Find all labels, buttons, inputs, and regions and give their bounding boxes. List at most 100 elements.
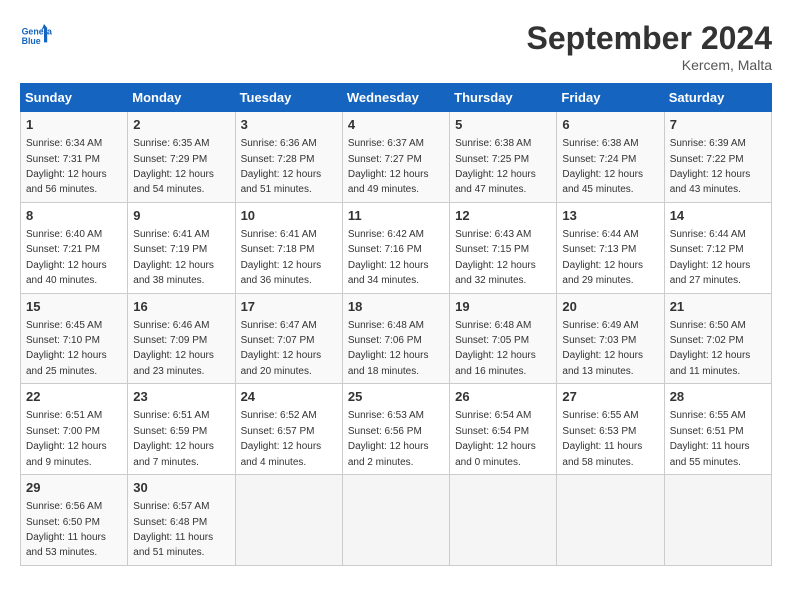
title-block: September 2024 Kercem, Malta — [527, 20, 772, 73]
day-info: Sunrise: 6:56 AM Sunset: 6:50 PM Dayligh… — [26, 501, 106, 558]
day-number: 13 — [562, 207, 658, 225]
day-number: 6 — [562, 116, 658, 134]
dow-header-saturday: Saturday — [664, 84, 771, 112]
dow-header-sunday: Sunday — [21, 84, 128, 112]
calendar-cell — [557, 475, 664, 566]
day-info: Sunrise: 6:52 AM Sunset: 6:57 PM Dayligh… — [241, 410, 322, 467]
day-number: 23 — [133, 388, 229, 406]
calendar-cell: 18 Sunrise: 6:48 AM Sunset: 7:06 PM Dayli… — [342, 293, 449, 384]
day-number: 18 — [348, 298, 444, 316]
day-info: Sunrise: 6:42 AM Sunset: 7:16 PM Dayligh… — [348, 229, 429, 286]
calendar-cell: 11Sunrise: 6:42 AM Sunset: 7:16 PM Dayli… — [342, 202, 449, 293]
calendar-cell: 14 Sunrise: 6:44 AM Sunset: 7:12 PM Dayli… — [664, 202, 771, 293]
day-number: 28 — [670, 388, 766, 406]
dow-header-thursday: Thursday — [450, 84, 557, 112]
dow-header-monday: Monday — [128, 84, 235, 112]
calendar-cell: 26Sunrise: 6:54 AM Sunset: 6:54 PM Dayli… — [450, 384, 557, 475]
calendar-cell: 19 Sunrise: 6:48 AM Sunset: 7:05 PM Dayli… — [450, 293, 557, 384]
calendar-cell — [664, 475, 771, 566]
calendar-cell: 7 Sunrise: 6:39 AM Sunset: 7:22 PM Daylig… — [664, 112, 771, 203]
svg-text:General: General — [22, 26, 52, 36]
page-header: General Blue September 2024 Kercem, Malt… — [20, 20, 772, 73]
svg-text:Blue: Blue — [22, 36, 41, 46]
calendar-cell: 13 Sunrise: 6:44 AM Sunset: 7:13 PM Dayli… — [557, 202, 664, 293]
day-info: Sunrise: 6:43 AM Sunset: 7:15 PM Dayligh… — [455, 229, 536, 286]
calendar-cell — [235, 475, 342, 566]
day-info: Sunrise: 6:45 AM Sunset: 7:10 PM Dayligh… — [26, 320, 107, 377]
day-number: 2 — [133, 116, 229, 134]
calendar-week-4: 22Sunrise: 6:51 AM Sunset: 7:00 PM Dayli… — [21, 384, 772, 475]
day-number: 4 — [348, 116, 444, 134]
day-number: 17 — [241, 298, 337, 316]
logo-icon: General Blue — [20, 20, 52, 52]
day-info: Sunrise: 6:40 AM Sunset: 7:21 PM Dayligh… — [26, 229, 107, 286]
day-number: 29 — [26, 479, 122, 497]
calendar-cell: 4 Sunrise: 6:37 AM Sunset: 7:27 PM Daylig… — [342, 112, 449, 203]
day-number: 19 — [455, 298, 551, 316]
day-number: 30 — [133, 479, 229, 497]
calendar-cell: 23 Sunrise: 6:51 AM Sunset: 6:59 PM Dayli… — [128, 384, 235, 475]
day-number: 3 — [241, 116, 337, 134]
calendar-cell: 27Sunrise: 6:55 AM Sunset: 6:53 PM Dayli… — [557, 384, 664, 475]
calendar-cell: 8 Sunrise: 6:40 AM Sunset: 7:21 PM Daylig… — [21, 202, 128, 293]
calendar-cell: 25 Sunrise: 6:53 AM Sunset: 6:56 PM Dayli… — [342, 384, 449, 475]
day-number: 5 — [455, 116, 551, 134]
calendar-cell: 29 Sunrise: 6:56 AM Sunset: 6:50 PM Dayli… — [21, 475, 128, 566]
day-info: Sunrise: 6:48 AM Sunset: 7:05 PM Dayligh… — [455, 320, 536, 377]
day-number: 25 — [348, 388, 444, 406]
day-number: 27 — [562, 388, 658, 406]
calendar-cell: 24 Sunrise: 6:52 AM Sunset: 6:57 PM Dayli… — [235, 384, 342, 475]
day-info: Sunrise: 6:41 AM Sunset: 7:18 PM Dayligh… — [241, 229, 322, 286]
day-info: Sunrise: 6:55 AM Sunset: 6:51 PM Dayligh… — [670, 410, 750, 467]
day-info: Sunrise: 6:53 AM Sunset: 6:56 PM Dayligh… — [348, 410, 429, 467]
calendar-week-1: 1Sunrise: 6:34 AM Sunset: 7:31 PM Daylig… — [21, 112, 772, 203]
calendar-cell: 20 Sunrise: 6:49 AM Sunset: 7:03 PM Dayli… — [557, 293, 664, 384]
calendar-table: SundayMondayTuesdayWednesdayThursdayFrid… — [20, 83, 772, 566]
day-info: Sunrise: 6:47 AM Sunset: 7:07 PM Dayligh… — [241, 320, 322, 377]
day-number: 14 — [670, 207, 766, 225]
calendar-cell: 22Sunrise: 6:51 AM Sunset: 7:00 PM Dayli… — [21, 384, 128, 475]
calendar-cell: 3 Sunrise: 6:36 AM Sunset: 7:28 PM Daylig… — [235, 112, 342, 203]
calendar-cell: 12 Sunrise: 6:43 AM Sunset: 7:15 PM Dayli… — [450, 202, 557, 293]
day-number: 16 — [133, 298, 229, 316]
dow-header-friday: Friday — [557, 84, 664, 112]
day-info: Sunrise: 6:48 AM Sunset: 7:06 PM Dayligh… — [348, 320, 429, 377]
day-info: Sunrise: 6:50 AM Sunset: 7:02 PM Dayligh… — [670, 320, 751, 377]
calendar-cell: 30 Sunrise: 6:57 AM Sunset: 6:48 PM Dayli… — [128, 475, 235, 566]
day-info: Sunrise: 6:44 AM Sunset: 7:13 PM Dayligh… — [562, 229, 643, 286]
day-info: Sunrise: 6:37 AM Sunset: 7:27 PM Dayligh… — [348, 138, 429, 195]
day-info: Sunrise: 6:36 AM Sunset: 7:28 PM Dayligh… — [241, 138, 322, 195]
dow-header-wednesday: Wednesday — [342, 84, 449, 112]
calendar-cell — [450, 475, 557, 566]
calendar-week-3: 15 Sunrise: 6:45 AM Sunset: 7:10 PM Dayli… — [21, 293, 772, 384]
day-number: 22 — [26, 388, 122, 406]
day-info: Sunrise: 6:39 AM Sunset: 7:22 PM Dayligh… — [670, 138, 751, 195]
day-number: 7 — [670, 116, 766, 134]
calendar-week-5: 29 Sunrise: 6:56 AM Sunset: 6:50 PM Dayli… — [21, 475, 772, 566]
day-number: 20 — [562, 298, 658, 316]
calendar-cell: 16 Sunrise: 6:46 AM Sunset: 7:09 PM Dayli… — [128, 293, 235, 384]
day-info: Sunrise: 6:44 AM Sunset: 7:12 PM Dayligh… — [670, 229, 751, 286]
calendar-cell: 28 Sunrise: 6:55 AM Sunset: 6:51 PM Dayli… — [664, 384, 771, 475]
day-info: Sunrise: 6:49 AM Sunset: 7:03 PM Dayligh… — [562, 320, 643, 377]
calendar-cell — [342, 475, 449, 566]
day-number: 10 — [241, 207, 337, 225]
calendar-cell: 10 Sunrise: 6:41 AM Sunset: 7:18 PM Dayli… — [235, 202, 342, 293]
calendar-week-2: 8 Sunrise: 6:40 AM Sunset: 7:21 PM Daylig… — [21, 202, 772, 293]
day-info: Sunrise: 6:46 AM Sunset: 7:09 PM Dayligh… — [133, 320, 214, 377]
day-info: Sunrise: 6:41 AM Sunset: 7:19 PM Dayligh… — [133, 229, 214, 286]
day-info: Sunrise: 6:51 AM Sunset: 6:59 PM Dayligh… — [133, 410, 214, 467]
day-number: 8 — [26, 207, 122, 225]
day-number: 12 — [455, 207, 551, 225]
day-number: 24 — [241, 388, 337, 406]
calendar-cell: 2 Sunrise: 6:35 AM Sunset: 7:29 PM Daylig… — [128, 112, 235, 203]
logo: General Blue — [20, 20, 52, 52]
day-number: 15 — [26, 298, 122, 316]
day-number: 26 — [455, 388, 551, 406]
day-info: Sunrise: 6:57 AM Sunset: 6:48 PM Dayligh… — [133, 501, 213, 558]
location-subtitle: Kercem, Malta — [527, 57, 772, 73]
day-info: Sunrise: 6:34 AM Sunset: 7:31 PM Dayligh… — [26, 138, 107, 195]
month-title: September 2024 — [527, 20, 772, 57]
day-info: Sunrise: 6:35 AM Sunset: 7:29 PM Dayligh… — [133, 138, 214, 195]
calendar-cell: 9Sunrise: 6:41 AM Sunset: 7:19 PM Daylig… — [128, 202, 235, 293]
